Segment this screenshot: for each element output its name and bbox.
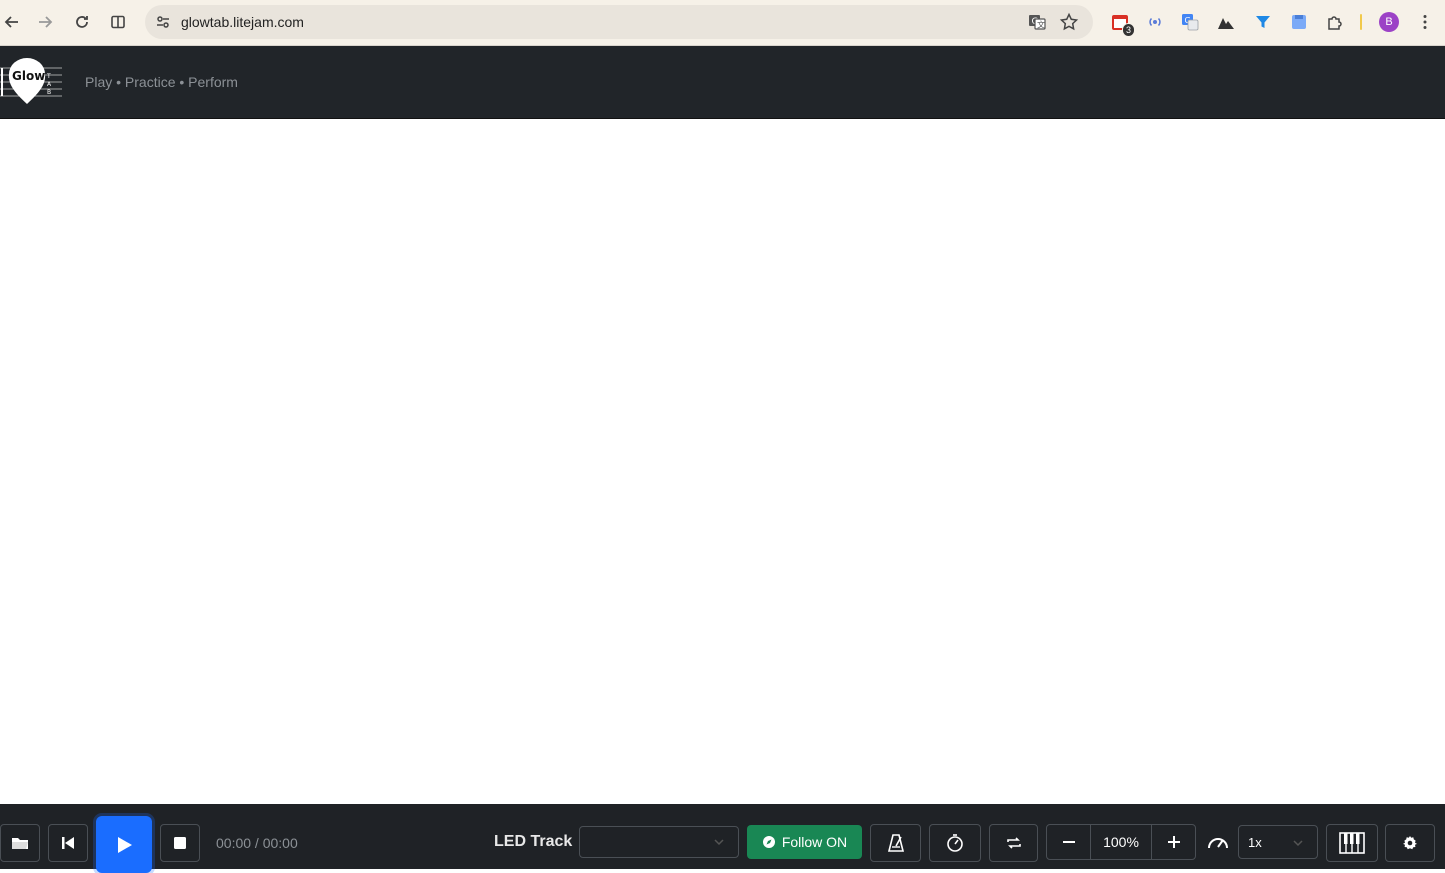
playback-time: 00:00 / 00:00: [216, 835, 298, 851]
extensions-puzzle-icon[interactable]: [1324, 11, 1346, 33]
zoom-level: 100%: [1090, 825, 1152, 859]
keyboard-view-button[interactable]: [1326, 824, 1378, 862]
playback-speed-value: 1x: [1248, 834, 1262, 850]
skip-back-icon: [62, 837, 74, 849]
stopwatch-icon: [947, 834, 963, 852]
zoom-out-button[interactable]: [1047, 825, 1090, 859]
metronome-icon: [887, 834, 904, 852]
rewind-button[interactable]: [48, 824, 88, 862]
zoom-in-button[interactable]: [1152, 825, 1195, 859]
svg-text:文: 文: [1037, 20, 1045, 30]
follow-toggle-button[interactable]: Follow ON: [747, 825, 862, 859]
browser-toolbar: glowtab.litejam.com G文 3 G B: [0, 0, 1445, 46]
piano-icon: [1339, 832, 1365, 854]
plus-icon: [1167, 836, 1180, 848]
gear-icon: [1403, 836, 1417, 850]
minus-icon: [1062, 841, 1075, 843]
glowtab-logo[interactable]: Glow T A B: [0, 56, 64, 108]
svg-text:T: T: [46, 73, 51, 80]
reload-icon[interactable]: [70, 10, 94, 34]
site-settings-icon[interactable]: [153, 12, 173, 32]
app-header: Glow T A B Play • Practice • Perform: [0, 46, 1445, 119]
svg-text:Glow: Glow: [12, 69, 45, 83]
open-file-button[interactable]: [0, 824, 40, 862]
folder-icon: [12, 838, 28, 849]
forward-icon[interactable]: [33, 10, 57, 34]
led-track-select[interactable]: [579, 826, 739, 858]
speedometer-icon: [1207, 833, 1229, 856]
split-view-icon[interactable]: [106, 10, 130, 34]
app-tagline: Play • Practice • Perform: [85, 74, 238, 90]
extension-badge: 3: [1121, 23, 1135, 37]
extension-broadcast-icon[interactable]: [1144, 11, 1166, 33]
back-icon[interactable]: [0, 10, 24, 34]
bookmark-star-icon[interactable]: [1059, 12, 1079, 37]
count-in-timer-button[interactable]: [929, 824, 981, 862]
chevron-down-icon: [714, 839, 724, 846]
url-text: glowtab.litejam.com: [181, 14, 304, 30]
profile-avatar[interactable]: B: [1378, 11, 1400, 33]
browser-menu-icon[interactable]: [1414, 11, 1436, 33]
playback-speed-select[interactable]: 1x: [1238, 825, 1318, 859]
zoom-control: 100%: [1046, 824, 1196, 860]
address-bar[interactable]: glowtab.litejam.com G文: [145, 5, 1093, 39]
loop-button[interactable]: [989, 824, 1038, 862]
chevron-down-icon: [1293, 840, 1303, 847]
toolbar-separator: [1360, 14, 1362, 30]
repeat-icon: [1006, 837, 1021, 849]
led-track-label: LED Track: [494, 833, 573, 850]
play-button[interactable]: [96, 816, 152, 873]
follow-label: Follow ON: [781, 834, 848, 850]
compass-icon: [762, 836, 775, 848]
svg-text:B: B: [47, 89, 51, 96]
extension-calendar-icon[interactable]: 3: [1109, 11, 1135, 37]
translate-page-icon[interactable]: G文: [1027, 12, 1047, 37]
stop-button[interactable]: [160, 824, 200, 862]
extension-translate-icon[interactable]: G: [1179, 11, 1201, 33]
stop-icon: [174, 837, 186, 849]
extension-filter-icon[interactable]: [1252, 11, 1274, 33]
metronome-button[interactable]: [870, 824, 921, 862]
settings-button[interactable]: [1385, 824, 1435, 862]
score-viewport[interactable]: [0, 120, 1445, 804]
extension-notes-icon[interactable]: [1288, 11, 1310, 33]
play-icon: [118, 836, 132, 853]
extension-mountain-icon[interactable]: [1215, 11, 1237, 33]
player-toolbar: 00:00 / 00:00 LED Track Follow ON 100% 1…: [0, 804, 1445, 873]
